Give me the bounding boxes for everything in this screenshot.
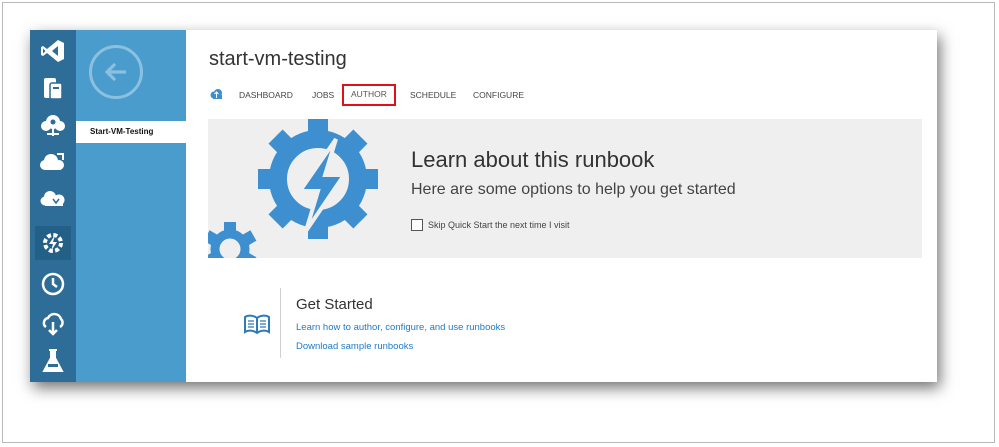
navigation-panel: Start-VM-Testing — [76, 30, 186, 382]
skip-quick-start-checkbox[interactable] — [411, 219, 423, 231]
automation-icon[interactable] — [35, 226, 71, 260]
recovery-services-icon[interactable] — [35, 306, 71, 340]
mobile-services-icon[interactable] — [35, 71, 71, 105]
cloud-services-icon[interactable] — [35, 108, 71, 142]
nav-item-runbook[interactable]: Start-VM-Testing — [76, 121, 186, 143]
tab-author[interactable]: AUTHOR — [342, 84, 396, 106]
tab-configure[interactable]: CONFIGURE — [473, 85, 524, 105]
page-title: start-vm-testing — [209, 48, 347, 70]
download-samples-link[interactable]: Download sample runbooks — [296, 341, 413, 352]
portal-window: Start-VM-Testing start-vm-testing DASHBO… — [30, 30, 937, 382]
skip-quick-start-label: Skip Quick Start the next time I visit — [428, 220, 570, 230]
automation-gear-illustration — [208, 119, 378, 258]
tab-dashboard[interactable]: DASHBOARD — [239, 85, 293, 105]
banner-subtitle: Here are some options to help you get st… — [411, 181, 736, 198]
machine-learning-icon[interactable] — [35, 344, 71, 378]
tab-schedule[interactable]: SCHEDULE — [410, 85, 456, 105]
learn-runbooks-link[interactable]: Learn how to author, configure, and use … — [296, 322, 505, 333]
service-icon-bar — [30, 30, 76, 382]
book-icon — [244, 314, 270, 334]
hdinsight-icon[interactable] — [35, 182, 71, 216]
quick-start-banner: Learn about this runbook Here are some o… — [208, 119, 922, 258]
skip-quick-start-row: Skip Quick Start the next time I visit — [411, 218, 570, 232]
banner-title: Learn about this runbook — [411, 147, 655, 172]
visual-studio-icon[interactable] — [35, 34, 71, 68]
back-button[interactable] — [89, 45, 143, 99]
tab-jobs[interactable]: JOBS — [312, 85, 334, 105]
virtual-machines-icon[interactable] — [35, 145, 71, 179]
main-content: start-vm-testing DASHBOARD JOBS AUTHOR S… — [186, 30, 937, 382]
get-started-divider — [280, 288, 281, 358]
back-arrow-icon — [104, 62, 126, 82]
cloud-upload-icon — [210, 89, 222, 99]
get-started-title: Get Started — [296, 296, 373, 313]
scheduler-icon[interactable] — [35, 267, 71, 301]
